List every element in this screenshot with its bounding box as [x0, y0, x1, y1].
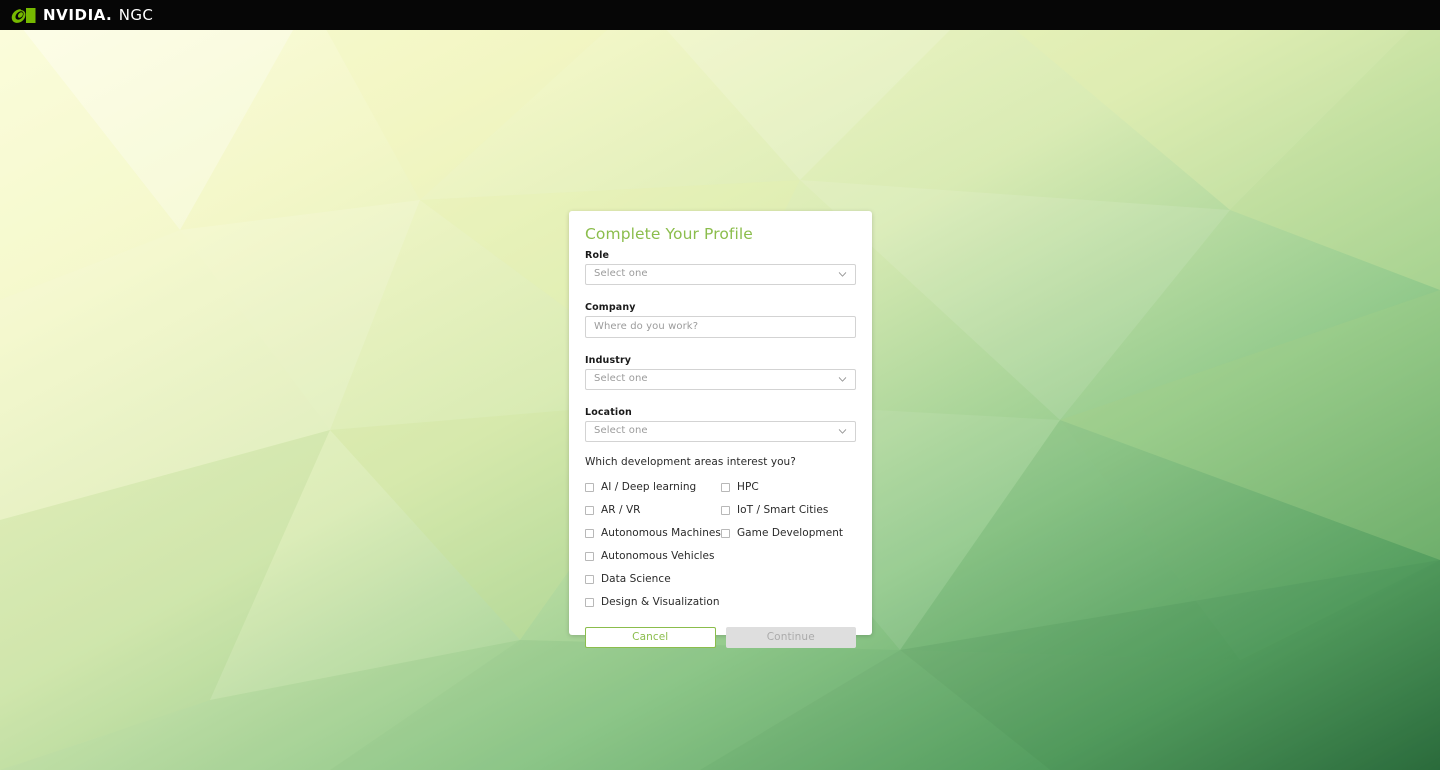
checkbox-label: AI / Deep learning [601, 480, 697, 493]
complete-profile-card: Complete Your Profile Role Select one Co… [569, 211, 872, 648]
location-select[interactable]: Select one [585, 420, 856, 442]
checkbox-label: Autonomous Vehicles [601, 549, 715, 562]
interests-checkbox-group: AI / Deep learning AR / VR Autonomous Ma… [585, 476, 856, 614]
checkbox-label: Autonomous Machines [601, 526, 721, 539]
label-industry: Industry [585, 354, 632, 366]
checkbox-icon[interactable] [721, 482, 730, 492]
brand-name: NVIDIA [43, 5, 106, 24]
label-company: Company [585, 301, 636, 313]
nvidia-wordmark: NVIDIA. NGC [43, 5, 154, 24]
checkbox-row[interactable]: Data Science [585, 568, 721, 591]
role-select-value: Select one [594, 268, 648, 280]
nvidia-ngc-logo[interactable]: NVIDIA. NGC [11, 7, 153, 24]
checkbox-label: Game Development [737, 526, 844, 539]
checkbox-label: Data Science [601, 572, 671, 585]
checkbox-row[interactable]: IoT / Smart Cities [721, 499, 856, 522]
page-title: Complete Your Profile [585, 225, 753, 243]
checkbox-icon[interactable] [721, 505, 730, 515]
label-role: Role [585, 249, 610, 261]
interests-column-left: AI / Deep learning AR / VR Autonomous Ma… [585, 476, 721, 614]
chevron-down-icon [838, 377, 847, 382]
field-role: Role Select one [585, 250, 856, 285]
brand-dot: . [106, 5, 112, 24]
cancel-button[interactable]: Cancel [585, 626, 716, 648]
field-industry: Industry Select one [585, 355, 856, 390]
label-location: Location [585, 406, 632, 418]
top-header-bar: NVIDIA. NGC [0, 0, 1440, 30]
checkbox-icon[interactable] [585, 505, 594, 515]
company-input[interactable]: Where do you work? [585, 315, 856, 338]
continue-button[interactable]: Continue [725, 626, 856, 648]
role-select[interactable]: Select one [585, 263, 856, 285]
checkbox-label: Design & Visualization [601, 595, 720, 608]
checkbox-label: IoT / Smart Cities [737, 503, 829, 516]
checkbox-label: HPC [737, 480, 759, 493]
chevron-down-icon [838, 429, 847, 434]
interests-question: Which development areas interest you? [585, 455, 796, 468]
checkbox-row[interactable]: AI / Deep learning [585, 476, 721, 499]
checkbox-icon[interactable] [585, 482, 594, 492]
field-location: Location Select one [585, 407, 856, 442]
checkbox-row[interactable]: Autonomous Vehicles [585, 545, 721, 568]
field-company: Company Where do you work? [585, 302, 856, 338]
checkbox-row[interactable]: HPC [721, 476, 856, 499]
card-actions: Cancel Continue [585, 626, 856, 648]
checkbox-icon[interactable] [585, 551, 594, 561]
checkbox-icon[interactable] [585, 528, 594, 538]
page-root: NVIDIA. NGC Complete Your Profile Role Se… [0, 0, 1440, 770]
company-input-placeholder: Where do you work? [594, 320, 699, 332]
industry-select[interactable]: Select one [585, 368, 856, 390]
interests-column-right: HPC IoT / Smart Cities Game Development [721, 476, 856, 614]
chevron-down-icon [838, 272, 847, 277]
checkbox-row[interactable]: Autonomous Machines [585, 522, 721, 545]
checkbox-icon[interactable] [585, 597, 594, 607]
product-name: NGC [118, 5, 154, 24]
location-select-value: Select one [594, 425, 648, 437]
checkbox-row[interactable]: Design & Visualization [585, 591, 721, 614]
checkbox-icon[interactable] [721, 528, 730, 538]
nvidia-eye-icon [11, 7, 36, 23]
checkbox-row[interactable]: AR / VR [585, 499, 721, 522]
industry-select-value: Select one [594, 373, 648, 385]
checkbox-icon[interactable] [585, 574, 594, 584]
checkbox-row[interactable]: Game Development [721, 522, 856, 545]
checkbox-label: AR / VR [601, 503, 641, 516]
